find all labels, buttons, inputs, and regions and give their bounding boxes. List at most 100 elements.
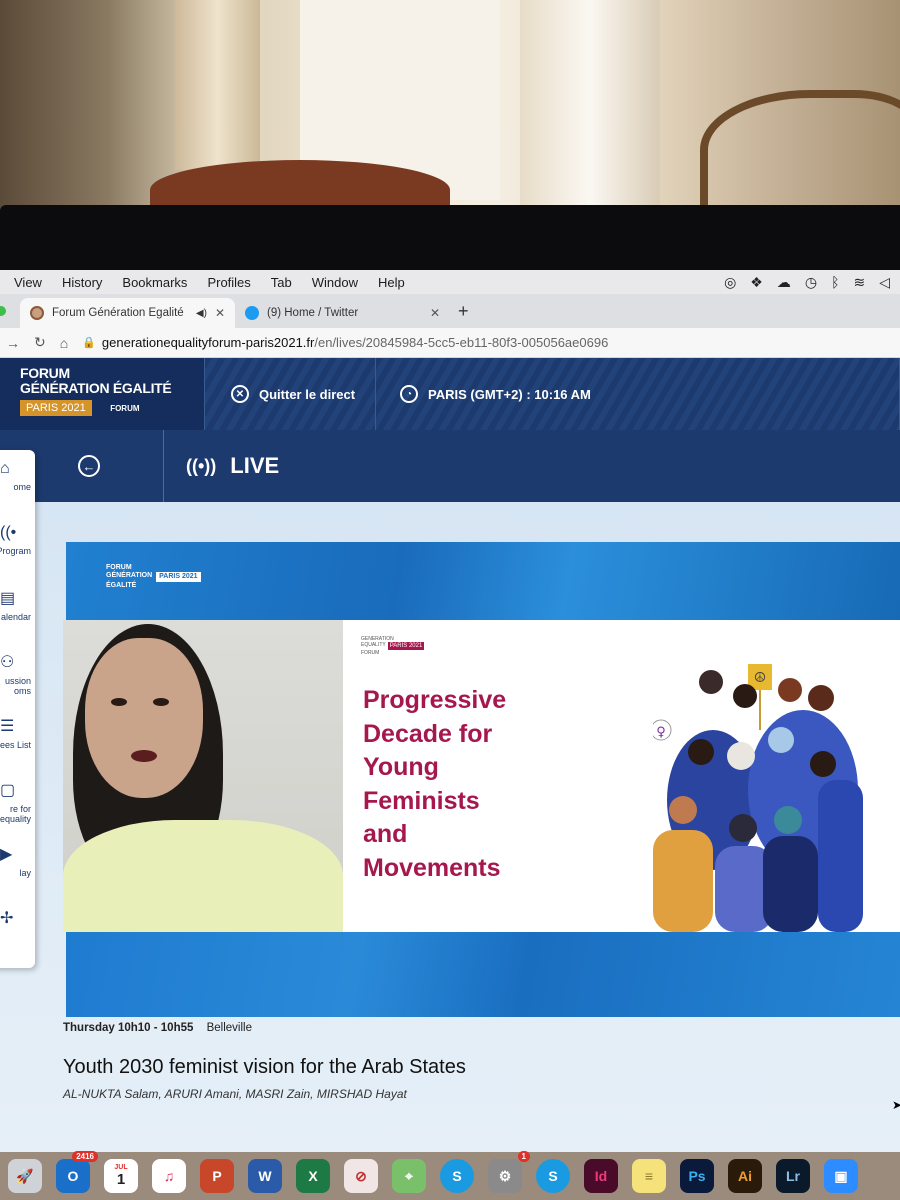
rocket-icon[interactable]: 🚀 bbox=[8, 1159, 42, 1193]
notes-icon[interactable]: ≡ bbox=[632, 1159, 666, 1193]
music-label: ♫ bbox=[163, 1168, 175, 1184]
curtain bbox=[175, 0, 260, 170]
broadcast-icon: ((• bbox=[0, 524, 17, 541]
illustrator-icon[interactable]: Ai bbox=[728, 1159, 762, 1193]
quit-live-button[interactable]: ✕ Quitter le direct bbox=[205, 358, 376, 430]
live-label: LIVE bbox=[230, 453, 280, 478]
menu-window[interactable]: Window bbox=[312, 275, 358, 290]
browser-tabbar: Forum Génération Égalité ◀) ✕ (9) Home /… bbox=[0, 294, 900, 328]
session-title: Youth 2030 feminist vision for the Arab … bbox=[63, 1056, 466, 1078]
calendar-icon[interactable]: JUL 1 bbox=[104, 1159, 138, 1193]
logo-tag: PARIS 2021 bbox=[20, 400, 92, 416]
zoom-icon[interactable]: ▣ bbox=[824, 1159, 858, 1193]
clock-display: ◔ PARIS (GMT+2) : 10:16 AM bbox=[376, 358, 900, 430]
photoshop-icon[interactable]: Ps bbox=[680, 1159, 714, 1193]
logo-line1: FORUM bbox=[20, 365, 70, 381]
slide-logo-line: EQUALITY bbox=[361, 642, 386, 648]
word-icon[interactable]: W bbox=[248, 1159, 282, 1193]
sidebar-item-home[interactable]: ⌂ ome bbox=[0, 450, 35, 514]
slide-logo-tag: PARIS 2021 bbox=[387, 642, 425, 650]
speaker-webcam bbox=[63, 620, 343, 932]
banner-logo-line: FORUM bbox=[106, 564, 132, 571]
speaker-icon[interactable]: ◀) bbox=[196, 308, 207, 319]
menu-profiles[interactable]: Profiles bbox=[207, 275, 250, 290]
sidebar-item-equality[interactable]: ▢ re for equality bbox=[0, 770, 35, 834]
lightroom-label: Lr bbox=[786, 1168, 800, 1184]
address-bar: → ↻ ⌂ 🔒 generationequalityforum-paris202… bbox=[0, 328, 900, 358]
reload-icon[interactable]: ↻ bbox=[34, 334, 46, 351]
indesign-label: Id bbox=[594, 1168, 608, 1184]
tab-twitter[interactable]: (9) Home / Twitter ✕ bbox=[235, 298, 450, 328]
sidebar-item-program[interactable]: ((• Program bbox=[0, 514, 35, 578]
mac-dock: 🚀 O 2416 JUL 1 ♫ P W X ⊘ ⌖ S ⚙ 1 S Id ≡ … bbox=[0, 1151, 900, 1200]
banner-logo-tag: PARIS 2021 bbox=[156, 572, 201, 582]
session-meta: Thursday 10h10 - 10h55 Belleville bbox=[63, 1022, 883, 1034]
list-icon: ☰ bbox=[0, 718, 15, 735]
feminist-crowd-illustration: ☮ ♀ bbox=[653, 664, 863, 932]
creative-cloud-icon[interactable]: ◎ bbox=[724, 274, 736, 291]
lock-icon[interactable]: 🔒 bbox=[82, 336, 96, 349]
time-machine-icon[interactable]: ◷ bbox=[805, 274, 817, 291]
tab-title: Forum Génération Égalité bbox=[52, 307, 184, 319]
outlook-label: O bbox=[67, 1168, 79, 1184]
music-icon[interactable]: ♫ bbox=[152, 1159, 186, 1193]
forward-icon[interactable]: → bbox=[6, 335, 20, 351]
url-host: generationequalityforum-paris2021.fr bbox=[101, 335, 315, 350]
sidebar-item-label: re for equality bbox=[0, 804, 31, 824]
live-title: ((•)) LIVE bbox=[164, 430, 279, 502]
speaker-mouth bbox=[131, 750, 157, 762]
lightroom-icon[interactable]: Lr bbox=[776, 1159, 810, 1193]
sidebar-item-replay[interactable]: ▶ lay bbox=[0, 834, 35, 898]
powerpoint-icon[interactable]: P bbox=[200, 1159, 234, 1193]
prefs-badge: 1 bbox=[517, 1151, 530, 1162]
banner-logo: FORUM GÉNÉRATION PARIS 2021 ÉGALITÉ bbox=[106, 564, 201, 590]
menu-history[interactable]: History bbox=[62, 275, 102, 290]
sidebar-item-label: ome bbox=[13, 482, 31, 492]
session-time: Thursday 10h10 - 10h55 bbox=[63, 1022, 194, 1034]
indesign-icon[interactable]: Id bbox=[584, 1159, 618, 1193]
status-tray: ◎ ❖ ☁ ◷ ᛒ ≋ ◁ bbox=[724, 274, 900, 291]
window-zoom-button[interactable] bbox=[0, 306, 6, 316]
upload-icon[interactable]: ☁ bbox=[777, 274, 791, 291]
menu-help[interactable]: Help bbox=[378, 275, 405, 290]
curtain bbox=[520, 0, 660, 205]
sidebar-item-discussion-rooms[interactable]: ⚇ ussion oms bbox=[0, 642, 35, 706]
close-tab-icon[interactable]: ✕ bbox=[430, 306, 440, 320]
live-video-player[interactable]: FORUM GÉNÉRATION PARIS 2021 ÉGALITÉ GENER… bbox=[63, 542, 900, 1017]
close-tab-icon[interactable]: ✕ bbox=[215, 306, 225, 320]
sidebar-item-label: ussion oms bbox=[4, 676, 31, 696]
skype-icon[interactable]: S bbox=[536, 1159, 570, 1193]
skype-icon[interactable]: S bbox=[440, 1159, 474, 1193]
excel-icon[interactable]: X bbox=[296, 1159, 330, 1193]
mac-menubar: View History Bookmarks Profiles Tab Wind… bbox=[0, 270, 900, 294]
speaker-eye bbox=[153, 698, 169, 706]
sidebar-item-more[interactable]: ✢ bbox=[0, 898, 35, 962]
clock-label: PARIS (GMT+2) : 10:16 AM bbox=[428, 386, 591, 402]
new-tab-icon[interactable]: + bbox=[458, 301, 469, 322]
laptop-bezel bbox=[0, 205, 900, 270]
url-field[interactable]: generationequalityforum-paris2021.fr/en/… bbox=[102, 335, 608, 350]
excel-label: X bbox=[308, 1168, 318, 1184]
menu-bookmarks[interactable]: Bookmarks bbox=[122, 275, 187, 290]
session-room: Belleville bbox=[206, 1022, 252, 1034]
system-preferences-icon[interactable]: ⚙ 1 bbox=[488, 1151, 530, 1193]
forum-logo[interactable]: FORUM GÉNÉRATION ÉGALITÉ PARIS 2021 FORU… bbox=[0, 358, 205, 430]
tab-forum[interactable]: Forum Génération Égalité ◀) ✕ bbox=[20, 298, 235, 328]
sidebar-item-calendar[interactable]: ▤ alendar bbox=[0, 578, 35, 642]
sidebar-nav: ⌂ ome ((• Program ▤ alendar ⚇ ussion oms… bbox=[0, 450, 35, 968]
calendar-month: JUL bbox=[114, 1164, 128, 1171]
maps-icon[interactable]: ⌖ bbox=[392, 1159, 426, 1193]
wifi-icon[interactable]: ≋ bbox=[853, 274, 865, 291]
dropbox-icon[interactable]: ❖ bbox=[750, 274, 763, 291]
home-icon[interactable]: ⌂ bbox=[60, 335, 68, 351]
sidebar-item-attendees[interactable]: ☰ ees List bbox=[0, 706, 35, 770]
menu-tab[interactable]: Tab bbox=[271, 275, 292, 290]
bluetooth-icon[interactable]: ᛒ bbox=[831, 274, 839, 291]
menu-view[interactable]: View bbox=[14, 275, 42, 290]
document-icon: ▢ bbox=[0, 782, 16, 799]
no-entry-icon[interactable]: ⊘ bbox=[344, 1159, 378, 1193]
back-arrow-icon: ← bbox=[78, 455, 100, 477]
audio-icon[interactable]: ◁ bbox=[879, 274, 890, 291]
outlook-icon[interactable]: O 2416 bbox=[56, 1151, 98, 1193]
logo-line2: GÉNÉRATION ÉGALITÉ bbox=[20, 380, 172, 396]
